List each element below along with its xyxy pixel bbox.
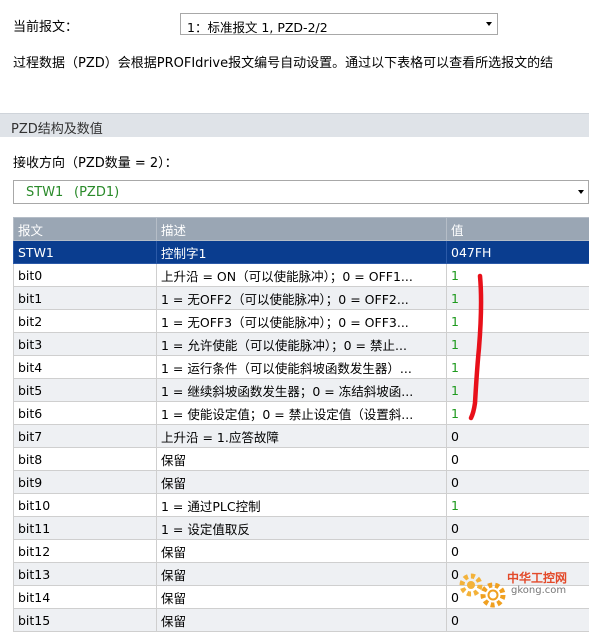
cell-signal: bit14 xyxy=(14,586,157,609)
cell-description: 保留 xyxy=(157,563,447,586)
cell-description: 1 = 允许使能（可以使能脉冲）；0 = 禁止... xyxy=(157,333,447,356)
table-row[interactable]: bit12保留0 xyxy=(14,540,589,563)
cell-signal: bit2 xyxy=(14,310,157,333)
table-row[interactable]: bit61 = 使能设定值；0 = 禁止设定值（设置斜...1 xyxy=(14,402,589,425)
column-header-value[interactable]: 值 xyxy=(447,218,589,241)
cell-value: 0 xyxy=(447,448,589,471)
chevron-down-icon[interactable] xyxy=(481,14,497,34)
watermark-domain-text: gkong.com xyxy=(511,585,566,596)
cell-value: 0 xyxy=(447,471,589,494)
cell-signal: STW1 xyxy=(14,241,157,264)
column-header-signal[interactable]: 报文 xyxy=(14,218,157,241)
pzd-select[interactable]: STW1 (PZD1) xyxy=(13,180,589,204)
table-header-row: 报文 描述 值 xyxy=(14,218,589,241)
table-row[interactable]: bit8保留0 xyxy=(14,448,589,471)
gear-logo-icon xyxy=(455,567,509,613)
cell-description: 1 = 通过PLC控制 xyxy=(157,494,447,517)
table-row[interactable]: bit31 = 允许使能（可以使能脉冲）；0 = 禁止...1 xyxy=(14,333,589,356)
cell-description: 1 = 无OFF2（可以使能脉冲）；0 = OFF2... xyxy=(157,287,447,310)
cell-signal: bit12 xyxy=(14,540,157,563)
cell-value: 047FH xyxy=(447,241,589,264)
table-row[interactable]: bit9保留0 xyxy=(14,471,589,494)
table-row[interactable]: bit11 = 无OFF2（可以使能脉冲）；0 = OFF2...1 xyxy=(14,287,589,310)
cell-description: 保留 xyxy=(157,448,447,471)
cell-signal: bit5 xyxy=(14,379,157,402)
table-row[interactable]: bit101 = 通过PLC控制1 xyxy=(14,494,589,517)
cell-description: 上升沿 = ON（可以使能脉冲）；0 = OFF1... xyxy=(157,264,447,287)
section-title: PZD结构及数值 xyxy=(11,118,103,137)
cell-value: 1 xyxy=(447,494,589,517)
telegram-select-value: 1：标准报文 1, PZD-2/2 xyxy=(187,17,328,36)
cell-description: 1 = 继续斜坡函数发生器；0 = 冻结斜坡函... xyxy=(157,379,447,402)
table-row[interactable]: STW1控制字1047FH xyxy=(14,241,589,264)
cell-description: 1 = 无OFF3（可以使能脉冲）；0 = OFF3... xyxy=(157,310,447,333)
chevron-down-icon[interactable] xyxy=(574,181,588,203)
pzd-select-name: STW1 xyxy=(26,185,63,200)
cell-value: 0 xyxy=(447,517,589,540)
cell-signal: bit4 xyxy=(14,356,157,379)
info-text: 过程数据（PZD）会根据PROFIdrive报文编号自动设置。通过以下表格可以查… xyxy=(13,52,553,71)
cell-description: 1 = 设定值取反 xyxy=(157,517,447,540)
cell-signal: bit15 xyxy=(14,609,157,632)
cell-description: 保留 xyxy=(157,540,447,563)
table-row[interactable]: bit21 = 无OFF3（可以使能脉冲）；0 = OFF3...1 xyxy=(14,310,589,333)
cell-signal: bit13 xyxy=(14,563,157,586)
column-header-description[interactable]: 描述 xyxy=(157,218,447,241)
table-row[interactable]: bit7上升沿 = 1.应答故障0 xyxy=(14,425,589,448)
cell-description: 保留 xyxy=(157,471,447,494)
telegram-select[interactable]: 1：标准报文 1, PZD-2/2 xyxy=(180,13,498,35)
table-row[interactable]: bit51 = 继续斜坡函数发生器；0 = 冻结斜坡函...1 xyxy=(14,379,589,402)
section-header: PZD结构及数值 xyxy=(0,113,589,137)
cell-description: 保留 xyxy=(157,609,447,632)
cell-signal: bit9 xyxy=(14,471,157,494)
cell-signal: bit10 xyxy=(14,494,157,517)
cell-description: 控制字1 xyxy=(157,241,447,264)
watermark: 中华工控网 gkong.com xyxy=(455,563,585,613)
red-annotation-stroke xyxy=(462,268,492,428)
cell-description: 1 = 运行条件（可以使能斜坡函数发生器）... xyxy=(157,356,447,379)
cell-signal: bit0 xyxy=(14,264,157,287)
cell-description: 1 = 使能设定值；0 = 禁止设定值（设置斜... xyxy=(157,402,447,425)
watermark-logo-text: 中华工控网 xyxy=(507,569,567,586)
cell-signal: bit8 xyxy=(14,448,157,471)
cell-description: 上升沿 = 1.应答故障 xyxy=(157,425,447,448)
table-row[interactable]: bit0上升沿 = ON（可以使能脉冲）；0 = OFF1...1 xyxy=(14,264,589,287)
receive-direction-label: 接收方向（PZD数量 = 2）： xyxy=(13,152,178,171)
telegram-label: 当前报文： xyxy=(13,16,78,35)
cell-signal: bit3 xyxy=(14,333,157,356)
table-row[interactable]: bit111 = 设定值取反0 xyxy=(14,517,589,540)
pzd-select-sub: (PZD1) xyxy=(74,185,119,200)
cell-signal: bit11 xyxy=(14,517,157,540)
cell-value: 0 xyxy=(447,540,589,563)
cell-signal: bit1 xyxy=(14,287,157,310)
table-row[interactable]: bit41 = 运行条件（可以使能斜坡函数发生器）...1 xyxy=(14,356,589,379)
cell-signal: bit7 xyxy=(14,425,157,448)
cell-signal: bit6 xyxy=(14,402,157,425)
cell-description: 保留 xyxy=(157,586,447,609)
